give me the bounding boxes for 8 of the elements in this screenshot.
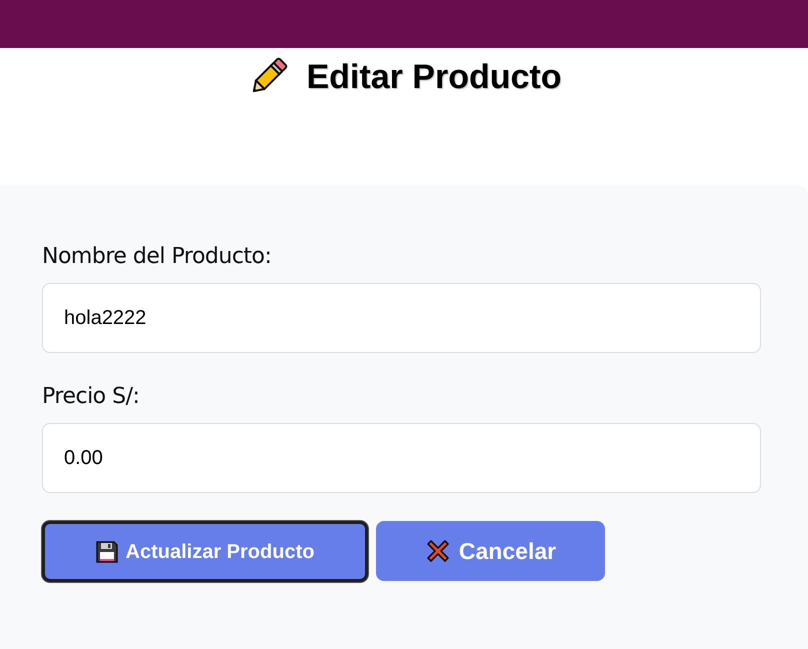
page-title: Editar Producto — [306, 57, 562, 98]
input-field[interactable]: hola2222 — [42, 283, 761, 353]
input-field[interactable]: 0.00 — [42, 423, 761, 493]
cancel-button[interactable]: Cancelar — [376, 521, 605, 581]
field-label: Nombre del Producto: — [42, 243, 272, 271]
submit-button[interactable]: Actualizar Producto — [42, 521, 368, 582]
cross-icon — [424, 538, 451, 564]
field-label: Precio S/: — [42, 383, 140, 411]
